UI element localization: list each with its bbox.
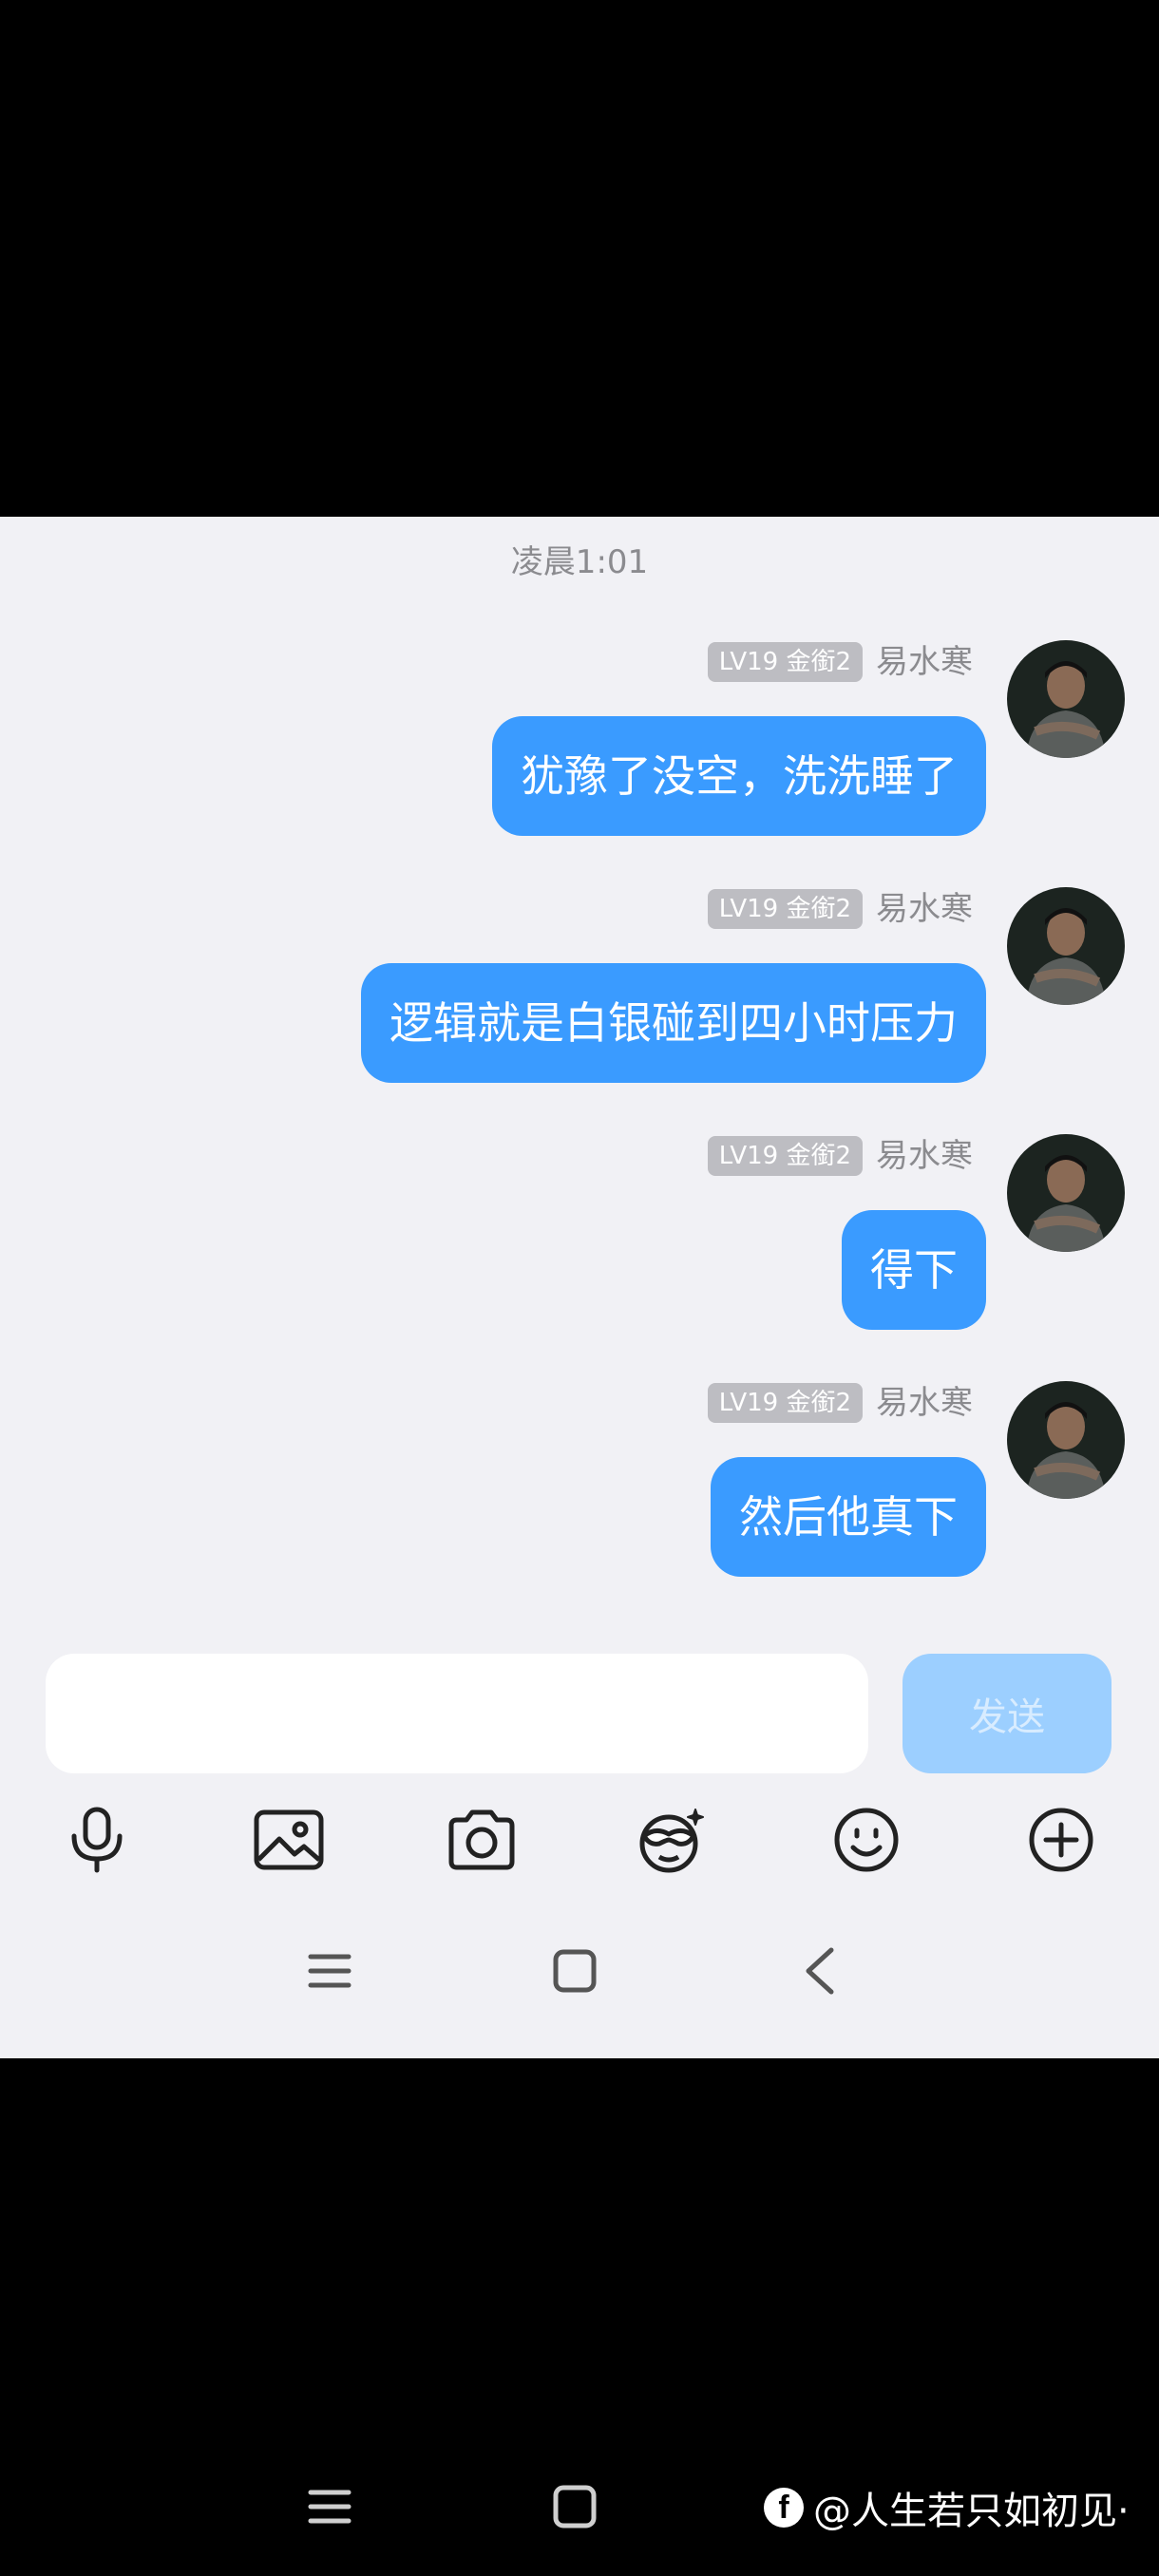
sender-meta: LV19 金銜2 易水寒 — [707, 1381, 973, 1425]
smiley-icon[interactable] — [828, 1802, 904, 1878]
message-item: LV19 金銜2 易水寒 然后他真下 — [0, 1381, 1159, 1609]
send-button[interactable]: 发送 — [902, 1654, 1112, 1773]
level-badge: LV19 金銜2 — [707, 1383, 863, 1423]
home-square-icon[interactable] — [542, 1938, 608, 2004]
watermark-text: @人生若只如初见· — [813, 2490, 1130, 2533]
sender-name[interactable]: 易水寒 — [876, 1381, 973, 1425]
composer-toolbar — [0, 1785, 1159, 1882]
message-timestamp: 凌晨1:01 — [510, 543, 649, 581]
message-bubble[interactable]: 逻辑就是白银碰到四小时压力 — [361, 963, 986, 1083]
camera-icon[interactable] — [444, 1802, 520, 1878]
sender-name[interactable]: 易水寒 — [876, 1134, 973, 1178]
image-icon[interactable] — [251, 1802, 327, 1878]
composer-bar: 发送 — [0, 1633, 1159, 1783]
message-bubble[interactable]: 然后他真下 — [711, 1457, 986, 1577]
system-nav-bar — [0, 1909, 1159, 2058]
watermark: f @人生若只如初见· — [764, 2481, 1130, 2534]
sender-name[interactable]: 易水寒 — [876, 887, 973, 931]
microphone-icon[interactable] — [59, 1802, 135, 1878]
message-bubble[interactable]: 犹豫了没空，洗洗睡了 — [492, 716, 986, 836]
sender-meta: LV19 金銜2 易水寒 — [707, 640, 973, 684]
level-badge: LV19 金銜2 — [707, 642, 863, 682]
facebook-logo-icon: f — [764, 2488, 804, 2528]
message-item: LV19 金銜2 易水寒 犹豫了没空，洗洗睡了 — [0, 640, 1159, 868]
avatar[interactable] — [1007, 887, 1125, 1005]
sender-meta: LV19 金銜2 易水寒 — [707, 1134, 973, 1178]
message-item: LV19 金銜2 易水寒 得下 — [0, 1134, 1159, 1362]
back-chevron-icon[interactable] — [787, 1938, 853, 2004]
avatar[interactable] — [1007, 640, 1125, 758]
avatar[interactable] — [1007, 1381, 1125, 1499]
plus-circle-icon[interactable] — [1023, 1802, 1099, 1878]
message-input[interactable] — [46, 1654, 868, 1773]
level-badge: LV19 金銜2 — [707, 1136, 863, 1176]
message-item: LV19 金銜2 易水寒 逻辑就是白银碰到四小时压力 — [0, 887, 1159, 1115]
message-list[interactable]: 凌晨1:01 LV19 金銜2 易水寒 犹豫了没空，洗洗睡了 LV19 金銜2 … — [0, 517, 1159, 1633]
sender-name[interactable]: 易水寒 — [876, 640, 973, 684]
message-bubble[interactable]: 得下 — [842, 1210, 986, 1330]
menu-icon[interactable] — [296, 2473, 363, 2540]
avatar[interactable] — [1007, 1134, 1125, 1252]
sender-meta: LV19 金銜2 易水寒 — [707, 887, 973, 931]
menu-icon[interactable] — [296, 1938, 363, 2004]
home-square-icon[interactable] — [542, 2473, 608, 2540]
mask-emoji-icon[interactable] — [634, 1802, 710, 1878]
chat-screen: 凌晨1:01 LV19 金銜2 易水寒 犹豫了没空，洗洗睡了 LV19 金銜2 … — [0, 517, 1159, 2058]
level-badge: LV19 金銜2 — [707, 889, 863, 929]
